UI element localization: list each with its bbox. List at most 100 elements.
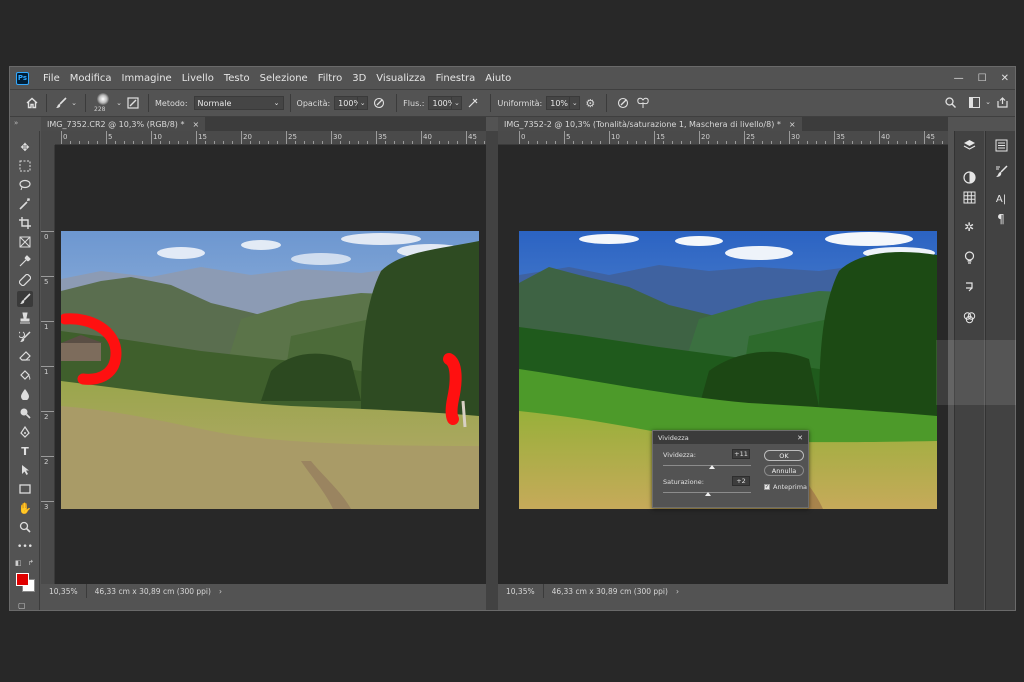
pressure-opacity-icon[interactable] xyxy=(368,97,390,109)
canvas-area[interactable] xyxy=(498,145,943,585)
collapse-arrows-icon[interactable]: » xyxy=(14,119,18,127)
anteprima-checkbox[interactable]: ✓ xyxy=(764,484,770,490)
maximize-icon[interactable]: ☐ xyxy=(978,73,987,84)
type-icon[interactable]: T xyxy=(17,443,33,459)
menu-3d[interactable]: 3D xyxy=(347,73,371,84)
adjustments-icon[interactable] xyxy=(959,167,979,187)
smoothing-field[interactable]: 10% xyxy=(546,96,571,110)
healing-brush-icon[interactable] xyxy=(17,272,33,288)
swatches-icon[interactable] xyxy=(959,187,979,207)
zoom-icon[interactable] xyxy=(17,519,33,535)
annulla-button[interactable]: Annulla xyxy=(764,465,804,476)
vividezza-field[interactable]: +11 xyxy=(732,449,750,459)
path-select-icon[interactable] xyxy=(17,462,33,478)
airbrush-icon[interactable] xyxy=(462,97,484,109)
eyedropper-icon[interactable] xyxy=(17,253,33,269)
symmetry-butterfly-icon[interactable] xyxy=(633,97,653,109)
crop-icon[interactable] xyxy=(17,215,33,231)
blur-icon[interactable] xyxy=(17,386,33,402)
status-arrow-icon[interactable]: › xyxy=(676,587,679,596)
channels-icon[interactable] xyxy=(959,307,979,327)
vibrance-dialog: Vividezza ✕ Vividezza: +11 Saturazione: … xyxy=(652,430,809,508)
menu-aiuto[interactable]: Aiuto xyxy=(480,73,516,84)
more-tools-icon[interactable]: ••• xyxy=(17,539,33,555)
default-colors-icon[interactable]: ◧ xyxy=(15,559,22,567)
canvas-area[interactable] xyxy=(55,145,486,585)
close-tab-icon[interactable]: × xyxy=(192,120,199,129)
tab-document-left[interactable]: IMG_7352.CR2 @ 10,3% (RGB/8) * × xyxy=(41,117,206,131)
ruler-tick xyxy=(528,141,529,144)
menu-livello[interactable]: Livello xyxy=(177,73,219,84)
zoom-level[interactable]: 10,35% xyxy=(41,584,87,598)
menu-testo[interactable]: Testo xyxy=(219,73,255,84)
brush-preset-icon[interactable] xyxy=(53,97,69,109)
menu-filtro[interactable]: Filtro xyxy=(313,73,348,84)
clone-stamp-icon[interactable] xyxy=(17,310,33,326)
menu-immagine[interactable]: Immagine xyxy=(117,73,177,84)
pen-icon[interactable] xyxy=(17,424,33,440)
quick-mask-icon[interactable]: ▢ xyxy=(18,601,26,610)
chevron-down-icon[interactable]: ⌄ xyxy=(358,96,369,110)
paint-bucket-icon[interactable] xyxy=(17,367,33,383)
ok-button[interactable]: OK xyxy=(764,450,804,461)
swap-colors-icon[interactable]: ↱ xyxy=(28,559,34,567)
chevron-down-icon[interactable]: ⌄ xyxy=(114,99,124,107)
lasso-icon[interactable] xyxy=(17,177,33,193)
status-arrow-icon[interactable]: › xyxy=(219,587,222,596)
search-icon[interactable] xyxy=(943,97,957,108)
magic-wand-icon[interactable] xyxy=(17,196,33,212)
saturazione-field[interactable]: +2 xyxy=(732,476,750,486)
navigator-icon[interactable]: ✲ xyxy=(959,217,979,237)
photoshop-window: Ps File Modifica Immagine Livello Testo … xyxy=(9,66,1016,611)
menu-visualizza[interactable]: Visualizza xyxy=(371,73,430,84)
ruler-label: 10 xyxy=(611,133,620,141)
brush-panel-icon[interactable] xyxy=(124,97,142,109)
hand-icon[interactable]: ✋ xyxy=(17,500,33,516)
close-icon[interactable]: ✕ xyxy=(1001,73,1009,84)
saturazione-slider-thumb[interactable] xyxy=(704,492,711,496)
menu-finestra[interactable]: Finestra xyxy=(431,73,481,84)
character-icon[interactable]: A| xyxy=(991,189,1011,209)
flow-field[interactable]: 100% xyxy=(428,96,455,110)
move-icon[interactable]: ✥ xyxy=(17,139,33,155)
zoom-level[interactable]: 10,35% xyxy=(498,584,544,598)
menu-file[interactable]: File xyxy=(38,73,65,84)
gear-icon[interactable]: ⚙ xyxy=(580,97,600,110)
minimize-icon[interactable]: — xyxy=(954,73,964,84)
rectangle-icon[interactable] xyxy=(17,481,33,497)
home-icon[interactable] xyxy=(24,97,40,109)
chevron-down-icon[interactable]: ⌄ xyxy=(985,98,991,106)
blend-mode-select[interactable]: Normale ⌄ xyxy=(193,96,284,110)
close-icon[interactable]: ✕ xyxy=(797,434,803,442)
menu-selezione[interactable]: Selezione xyxy=(255,73,313,84)
splitter[interactable] xyxy=(486,131,498,610)
vividezza-slider-track[interactable] xyxy=(663,465,751,466)
ruler-label: 40 xyxy=(881,133,890,141)
brush-size-preview[interactable]: 228 xyxy=(92,91,114,115)
vividezza-slider-thumb[interactable] xyxy=(708,465,715,469)
chevron-down-icon[interactable]: ⌄ xyxy=(452,96,463,110)
dodge-icon[interactable] xyxy=(17,405,33,421)
close-tab-icon[interactable]: × xyxy=(789,120,796,129)
foreground-color-swatch[interactable] xyxy=(16,573,29,586)
marquee-icon[interactable] xyxy=(17,158,33,174)
eraser-icon[interactable] xyxy=(17,348,33,364)
paragraph-icon[interactable]: ¶ xyxy=(991,209,1011,229)
opacity-field[interactable]: 100% xyxy=(334,96,361,110)
frame-icon[interactable] xyxy=(17,234,33,250)
chevron-down-icon[interactable]: ⌄ xyxy=(69,99,79,107)
pressure-size-icon[interactable] xyxy=(613,97,633,109)
history-icon[interactable] xyxy=(959,277,979,297)
dialog-title-bar[interactable]: Vividezza ✕ xyxy=(653,431,808,444)
brush-icon[interactable] xyxy=(17,291,33,307)
share-icon[interactable] xyxy=(995,97,1009,108)
history-brush-icon[interactable] xyxy=(17,329,33,345)
tab-document-right[interactable]: IMG_7352-2 @ 10,3% (Tonalità/saturazione… xyxy=(498,117,802,131)
workspace-icon[interactable] xyxy=(967,97,981,108)
lightbulb-icon[interactable] xyxy=(959,247,979,267)
brush-settings-icon[interactable] xyxy=(991,161,1011,181)
properties-icon[interactable] xyxy=(991,135,1011,155)
chevron-down-icon[interactable]: ⌄ xyxy=(570,96,581,110)
layers-icon[interactable] xyxy=(959,135,979,155)
menu-modifica[interactable]: Modifica xyxy=(65,73,117,84)
